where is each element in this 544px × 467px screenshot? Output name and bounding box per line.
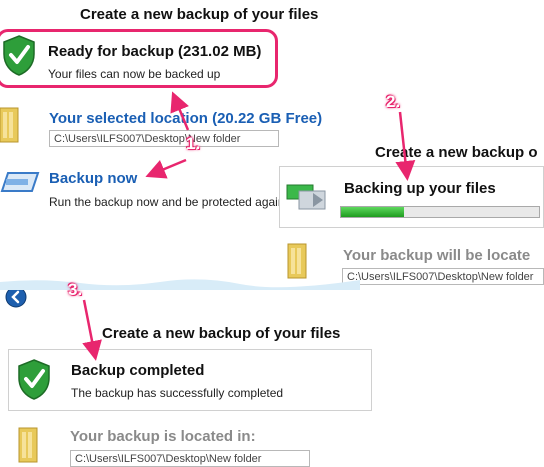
- annotation-arrows: [82, 91, 416, 361]
- arrow-step2-down: [395, 111, 416, 181]
- step-1-label: 1.: [186, 134, 201, 153]
- step-3-label: 3.: [68, 280, 83, 299]
- arrow-step3-down: [82, 299, 102, 361]
- arrow-step1-up: [170, 91, 190, 131]
- step-2-label: 2.: [386, 92, 401, 111]
- arrow-step1-left: [145, 158, 187, 179]
